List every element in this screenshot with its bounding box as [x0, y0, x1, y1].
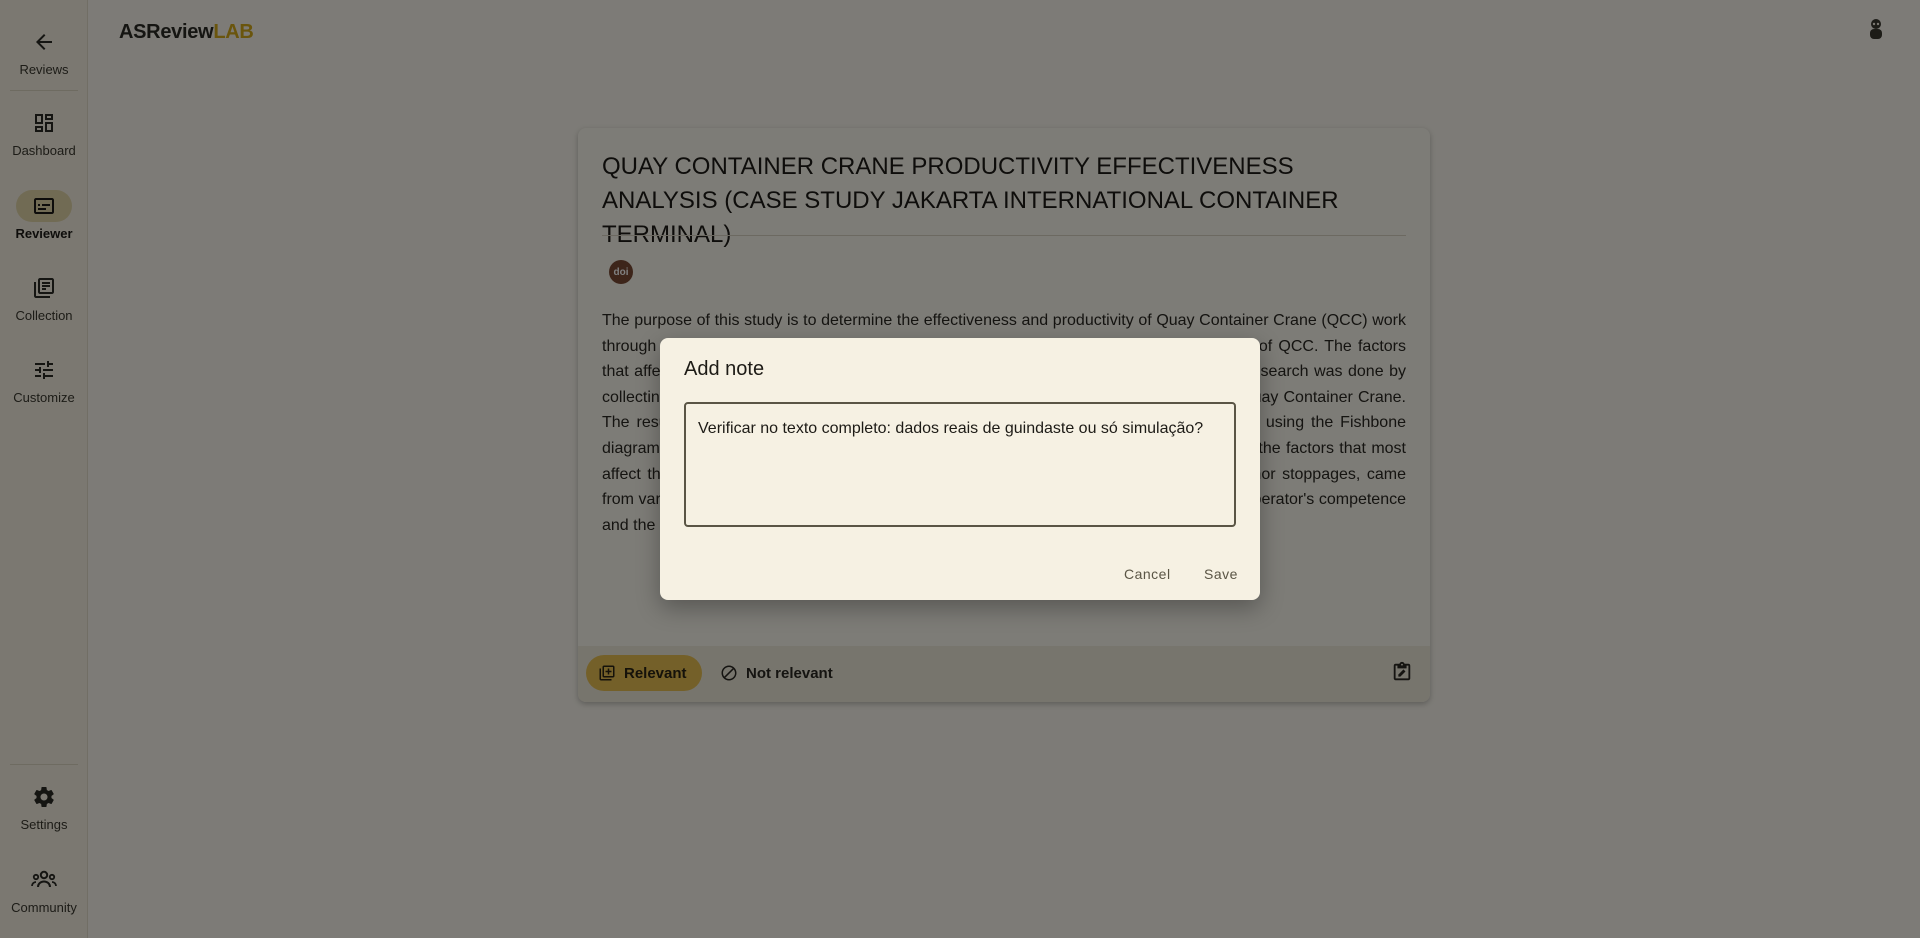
cancel-button[interactable]: Cancel — [1116, 558, 1179, 590]
note-input[interactable]: Verificar no texto completo: dados reais… — [684, 402, 1236, 527]
save-button[interactable]: Save — [1196, 558, 1246, 590]
dialog-title: Add note — [684, 358, 765, 380]
add-note-dialog: Add note Verificar no texto completo: da… — [660, 338, 1260, 600]
